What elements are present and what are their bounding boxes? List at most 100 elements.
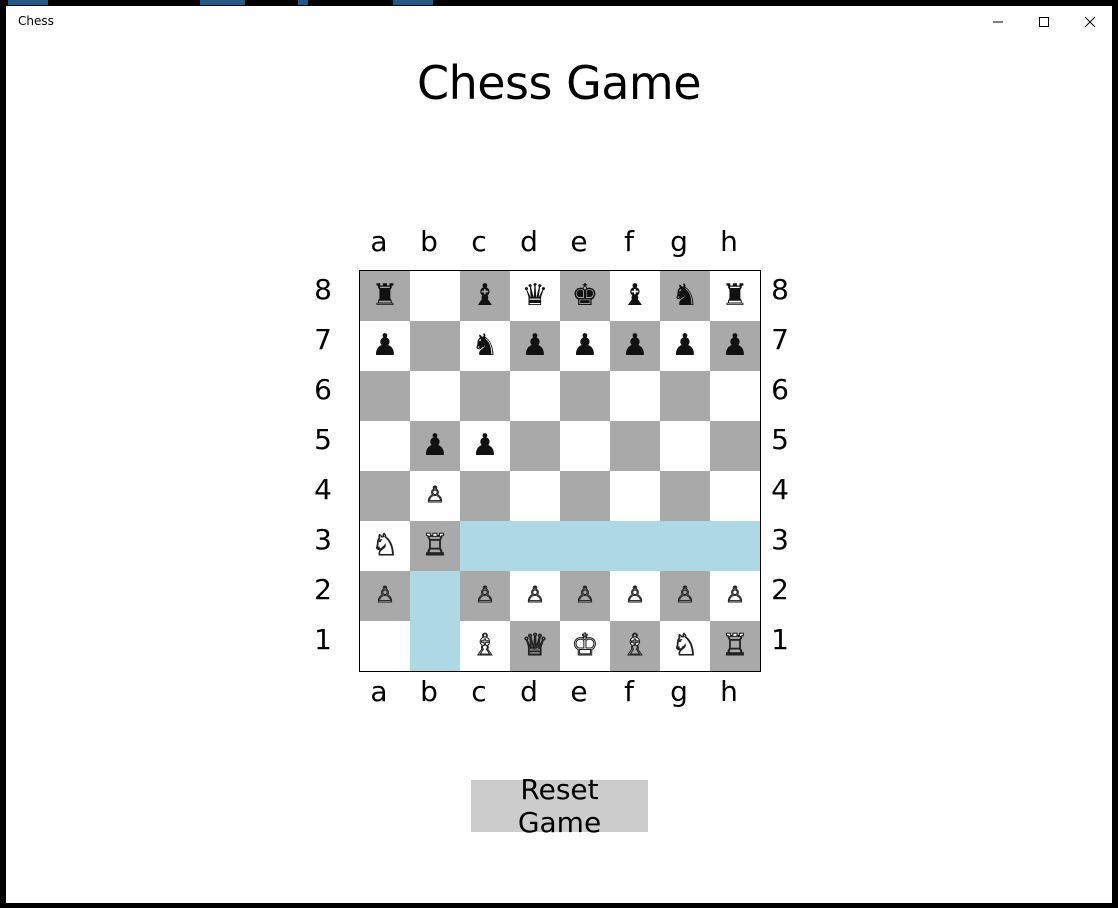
square-a7[interactable]: ♟: [360, 321, 410, 371]
square-c2[interactable]: ♙: [460, 571, 510, 621]
reset-game-button[interactable]: Reset Game: [471, 773, 648, 839]
square-c5[interactable]: ♟: [460, 421, 510, 471]
square-c3[interactable]: [460, 521, 510, 571]
white-pawn-icon[interactable]: ♙: [625, 584, 646, 607]
square-d2[interactable]: ♙: [510, 571, 560, 621]
square-b1[interactable]: [410, 621, 460, 671]
square-g1[interactable]: ♘: [660, 621, 710, 671]
square-h7[interactable]: ♟: [710, 321, 760, 371]
square-b2[interactable]: [410, 571, 460, 621]
square-h1[interactable]: ♖: [710, 621, 760, 671]
square-f6[interactable]: [610, 371, 660, 421]
white-bishop-icon[interactable]: ♗: [471, 630, 499, 661]
square-h8[interactable]: ♜: [710, 271, 760, 321]
white-pawn-icon[interactable]: ♙: [425, 484, 446, 507]
square-f8[interactable]: ♝: [610, 271, 660, 321]
square-g5[interactable]: [660, 421, 710, 471]
black-pawn-icon[interactable]: ♟: [522, 331, 549, 361]
square-d1[interactable]: ♕: [510, 621, 560, 671]
close-button[interactable]: [1067, 6, 1113, 37]
black-bishop-icon[interactable]: ♝: [622, 281, 649, 311]
square-a4[interactable]: [360, 471, 410, 521]
square-f1[interactable]: ♗: [610, 621, 660, 671]
black-pawn-icon[interactable]: ♟: [622, 331, 649, 361]
minimize-button[interactable]: [975, 6, 1021, 37]
square-d4[interactable]: [510, 471, 560, 521]
square-a1[interactable]: [360, 621, 410, 671]
white-pawn-icon[interactable]: ♙: [525, 584, 546, 607]
square-a8[interactable]: ♜: [360, 271, 410, 321]
black-knight-icon[interactable]: ♞: [472, 331, 499, 361]
black-pawn-icon[interactable]: ♟: [372, 331, 399, 361]
square-c8[interactable]: ♝: [460, 271, 510, 321]
maximize-button[interactable]: [1021, 6, 1067, 37]
white-king-icon[interactable]: ♔: [571, 630, 599, 661]
square-f7[interactable]: ♟: [610, 321, 660, 371]
square-g2[interactable]: ♙: [660, 571, 710, 621]
white-pawn-icon[interactable]: ♙: [575, 584, 596, 607]
square-h2[interactable]: ♙: [710, 571, 760, 621]
black-pawn-icon[interactable]: ♟: [422, 431, 449, 461]
square-e6[interactable]: [560, 371, 610, 421]
square-a5[interactable]: [360, 421, 410, 471]
white-pawn-icon[interactable]: ♙: [475, 584, 496, 607]
square-b5[interactable]: ♟: [410, 421, 460, 471]
black-queen-icon[interactable]: ♛: [522, 281, 549, 311]
square-g8[interactable]: ♞: [660, 271, 710, 321]
white-pawn-icon[interactable]: ♙: [675, 584, 696, 607]
white-pawn-icon[interactable]: ♙: [375, 584, 396, 607]
square-h6[interactable]: [710, 371, 760, 421]
square-a6[interactable]: [360, 371, 410, 421]
square-h4[interactable]: [710, 471, 760, 521]
title-bar[interactable]: Chess: [6, 6, 1112, 37]
black-pawn-icon[interactable]: ♟: [472, 431, 499, 461]
white-rook-icon[interactable]: ♖: [421, 530, 449, 561]
square-c4[interactable]: [460, 471, 510, 521]
square-g6[interactable]: [660, 371, 710, 421]
square-g4[interactable]: [660, 471, 710, 521]
white-knight-icon[interactable]: ♘: [671, 630, 699, 661]
square-g3[interactable]: [660, 521, 710, 571]
square-b8[interactable]: [410, 271, 460, 321]
square-e1[interactable]: ♔: [560, 621, 610, 671]
white-rook-icon[interactable]: ♖: [721, 630, 749, 661]
black-pawn-icon[interactable]: ♟: [672, 331, 699, 361]
white-knight-icon[interactable]: ♘: [371, 530, 399, 561]
square-c7[interactable]: ♞: [460, 321, 510, 371]
square-d5[interactable]: [510, 421, 560, 471]
square-f5[interactable]: [610, 421, 660, 471]
square-d6[interactable]: [510, 371, 560, 421]
square-b3[interactable]: ♖: [410, 521, 460, 571]
square-d7[interactable]: ♟: [510, 321, 560, 371]
square-g7[interactable]: ♟: [660, 321, 710, 371]
square-e5[interactable]: [560, 421, 610, 471]
square-d8[interactable]: ♛: [510, 271, 560, 321]
square-b6[interactable]: [410, 371, 460, 421]
square-c1[interactable]: ♗: [460, 621, 510, 671]
white-queen-icon[interactable]: ♕: [521, 630, 549, 661]
black-rook-icon[interactable]: ♜: [722, 281, 749, 311]
square-f2[interactable]: ♙: [610, 571, 660, 621]
square-a2[interactable]: ♙: [360, 571, 410, 621]
square-b4[interactable]: ♙: [410, 471, 460, 521]
square-a3[interactable]: ♘: [360, 521, 410, 571]
black-king-icon[interactable]: ♚: [572, 281, 599, 311]
black-pawn-icon[interactable]: ♟: [572, 331, 599, 361]
square-b7[interactable]: [410, 321, 460, 371]
black-bishop-icon[interactable]: ♝: [472, 281, 499, 311]
square-e2[interactable]: ♙: [560, 571, 610, 621]
black-knight-icon[interactable]: ♞: [672, 281, 699, 311]
square-c6[interactable]: [460, 371, 510, 421]
square-f4[interactable]: [610, 471, 660, 521]
square-e4[interactable]: [560, 471, 610, 521]
white-bishop-icon[interactable]: ♗: [621, 630, 649, 661]
square-e3[interactable]: [560, 521, 610, 571]
square-f3[interactable]: [610, 521, 660, 571]
square-e7[interactable]: ♟: [560, 321, 610, 371]
square-e8[interactable]: ♚: [560, 271, 610, 321]
white-pawn-icon[interactable]: ♙: [725, 584, 746, 607]
square-h5[interactable]: [710, 421, 760, 471]
black-rook-icon[interactable]: ♜: [372, 281, 399, 311]
square-d3[interactable]: [510, 521, 560, 571]
square-h3[interactable]: [710, 521, 760, 571]
